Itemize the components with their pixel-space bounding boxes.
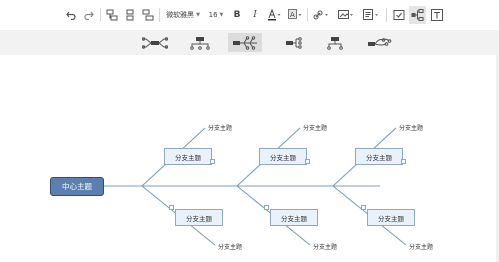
branch-topic[interactable]: 分支主题 bbox=[355, 148, 403, 165]
collapse-toggle-icon[interactable] bbox=[305, 159, 310, 164]
collapse-toggle-icon[interactable] bbox=[169, 205, 174, 210]
collapse-toggle-icon[interactable] bbox=[264, 205, 269, 210]
connector-lines bbox=[104, 127, 407, 246]
collapse-toggle-icon[interactable] bbox=[210, 159, 215, 164]
leaf-topic[interactable]: 分支主题 bbox=[303, 123, 327, 132]
leaf-topic[interactable]: 分支主题 bbox=[409, 242, 433, 251]
leaf-topic[interactable]: 分支主题 bbox=[208, 123, 232, 132]
branch-topic[interactable]: 分支主题 bbox=[270, 209, 318, 226]
branch-topic[interactable]: 分支主题 bbox=[164, 148, 212, 165]
collapse-toggle-icon[interactable] bbox=[401, 159, 406, 164]
branch-topic[interactable]: 分支主题 bbox=[259, 148, 307, 165]
branch-topic[interactable]: 分支主题 bbox=[367, 209, 415, 226]
leaf-topic[interactable]: 分支主题 bbox=[313, 242, 337, 251]
branch-topic[interactable]: 分支主题 bbox=[175, 209, 223, 226]
collapse-toggle-icon[interactable] bbox=[361, 205, 366, 210]
leaf-topic[interactable]: 分支主题 bbox=[399, 123, 423, 132]
leaf-topic[interactable]: 分支主题 bbox=[218, 242, 242, 251]
central-topic[interactable]: 中心主题 bbox=[50, 177, 104, 196]
